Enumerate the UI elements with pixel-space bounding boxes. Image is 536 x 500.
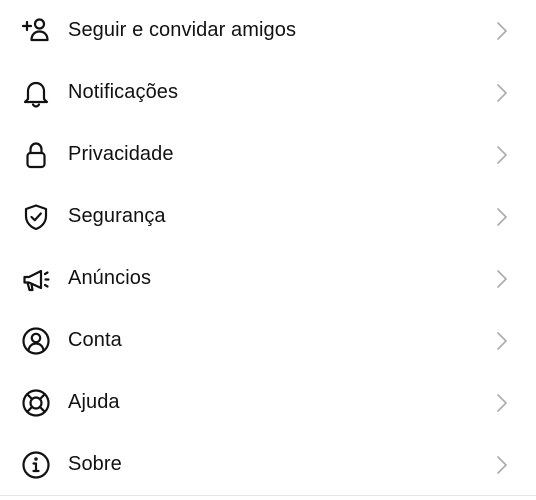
menu-item-follow-invite[interactable]: Seguir e convidar amigos	[0, 0, 536, 62]
chevron-right-icon	[496, 455, 508, 475]
chevron-right-icon	[496, 269, 508, 289]
info-icon	[20, 449, 52, 481]
menu-item-label: Conta	[68, 329, 122, 352]
lifebuoy-icon	[20, 387, 52, 419]
chevron-right-icon	[496, 83, 508, 103]
menu-item-label: Sobre	[68, 453, 122, 476]
lock-icon	[20, 139, 52, 171]
bell-icon	[20, 77, 52, 109]
menu-item-label: Segurança	[68, 205, 166, 228]
settings-menu: Seguir e convidar amigos Notificações Pr…	[0, 0, 536, 496]
menu-item-about[interactable]: Sobre	[0, 434, 536, 496]
chevron-right-icon	[496, 21, 508, 41]
menu-item-label: Anúncios	[68, 267, 152, 290]
megaphone-icon	[20, 263, 52, 295]
menu-item-label: Seguir e convidar amigos	[68, 19, 297, 42]
menu-item-security[interactable]: Segurança	[0, 186, 536, 248]
menu-item-ads[interactable]: Anúncios	[0, 248, 536, 310]
chevron-right-icon	[496, 331, 508, 351]
menu-item-help[interactable]: Ajuda	[0, 372, 536, 434]
menu-item-label: Privacidade	[68, 143, 174, 166]
chevron-right-icon	[496, 393, 508, 413]
menu-item-account[interactable]: Conta	[0, 310, 536, 372]
menu-item-label: Notificações	[68, 81, 179, 104]
menu-item-label: Ajuda	[68, 391, 120, 414]
account-circle-icon	[20, 325, 52, 357]
menu-item-notifications[interactable]: Notificações	[0, 62, 536, 124]
shield-check-icon	[20, 201, 52, 233]
add-person-icon	[20, 15, 52, 47]
bottom-divider	[0, 495, 536, 496]
chevron-right-icon	[496, 207, 508, 227]
menu-item-privacy[interactable]: Privacidade	[0, 124, 536, 186]
chevron-right-icon	[496, 145, 508, 165]
